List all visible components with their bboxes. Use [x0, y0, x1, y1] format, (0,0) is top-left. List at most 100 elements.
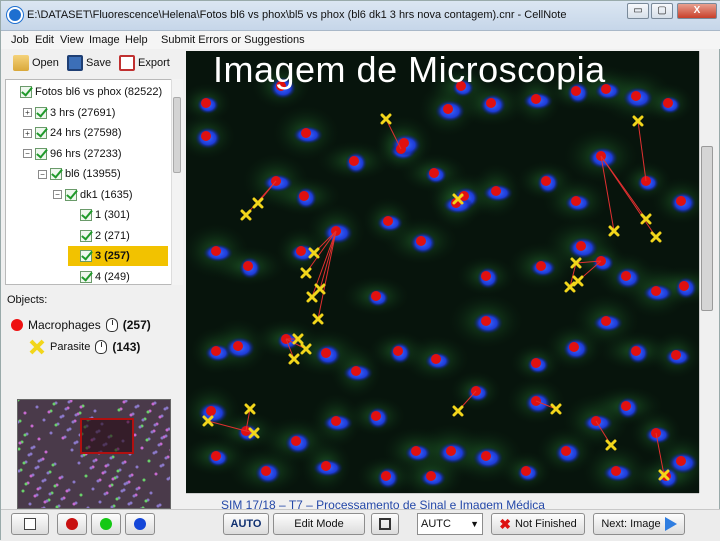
- collapse-icon[interactable]: −: [53, 190, 62, 199]
- macrophage-marker[interactable]: [446, 446, 456, 456]
- tree-node[interactable]: +24 hrs (27598): [23, 123, 168, 143]
- macrophage-marker[interactable]: [621, 401, 631, 411]
- checked-checkbox-icon[interactable]: [80, 229, 92, 242]
- collapse-icon[interactable]: −: [23, 149, 32, 158]
- auto-button[interactable]: AUTO: [223, 513, 269, 535]
- macrophage-marker[interactable]: [351, 366, 361, 376]
- marker-red-button[interactable]: [57, 513, 87, 535]
- macrophage-marker[interactable]: [679, 281, 689, 291]
- microscopy-canvas[interactable]: [186, 51, 699, 493]
- macrophage-marker[interactable]: [676, 196, 686, 206]
- macrophage-marker[interactable]: [211, 451, 221, 461]
- next-image-button[interactable]: Next: Image: [593, 513, 685, 535]
- tree-node[interactable]: 3 (257): [68, 246, 168, 266]
- tree-node[interactable]: − bl6 (13955): [38, 164, 168, 184]
- maximize-button[interactable]: ▢: [651, 3, 673, 19]
- checked-checkbox-icon[interactable]: [35, 127, 47, 139]
- macrophage-marker[interactable]: [429, 168, 439, 178]
- tree-node[interactable]: − 96 hrs (27233): [23, 144, 168, 164]
- macrophage-marker[interactable]: [349, 156, 359, 166]
- macrophage-marker[interactable]: [416, 236, 426, 246]
- menu-image[interactable]: Image: [89, 34, 120, 46]
- tree-node[interactable]: +3 hrs (27691): [23, 103, 168, 123]
- macrophage-marker[interactable]: [383, 216, 393, 226]
- checked-checkbox-icon[interactable]: [35, 147, 47, 160]
- checked-checkbox-icon[interactable]: [80, 209, 92, 221]
- checked-checkbox-icon[interactable]: [50, 168, 62, 180]
- macrophage-marker[interactable]: [233, 341, 243, 351]
- macrophage-marker[interactable]: [321, 348, 331, 358]
- macrophage-marker[interactable]: [321, 461, 331, 471]
- checked-checkbox-icon[interactable]: [65, 188, 77, 201]
- expand-icon[interactable]: +: [23, 128, 32, 138]
- not-finished-button[interactable]: ✖ Not Finished: [491, 513, 585, 535]
- macrophage-marker[interactable]: [291, 436, 301, 446]
- macrophage-marker[interactable]: [676, 456, 686, 466]
- image-navigator-thumbnail[interactable]: [17, 399, 171, 509]
- macrophage-marker[interactable]: [299, 191, 309, 201]
- edit-mode-button[interactable]: Edit Mode: [273, 513, 365, 535]
- macrophage-marker[interactable]: [481, 271, 491, 281]
- collapse-icon[interactable]: −: [38, 169, 47, 179]
- tree-scrollbar-thumb[interactable]: [173, 97, 181, 173]
- macrophage-marker[interactable]: [261, 466, 271, 476]
- tree-node[interactable]: 1 (301): [68, 205, 168, 225]
- macrophage-marker[interactable]: [671, 350, 681, 360]
- dataset-tree[interactable]: Fotos bl6 vs phox (82522) +3 hrs (27691) +24…: [5, 79, 183, 285]
- macrophage-marker[interactable]: [381, 471, 391, 481]
- macrophage-marker[interactable]: [541, 176, 551, 186]
- macrophage-marker[interactable]: [211, 246, 221, 256]
- macrophage-marker[interactable]: [431, 354, 441, 364]
- menu-job[interactable]: Job: [11, 34, 29, 46]
- menu-view[interactable]: View: [60, 34, 84, 46]
- macrophage-marker[interactable]: [243, 261, 253, 271]
- checked-checkbox-icon[interactable]: [35, 106, 47, 119]
- tree-node[interactable]: − dk1 (1635): [53, 185, 168, 205]
- checked-checkbox-icon[interactable]: [20, 86, 32, 98]
- image-scrollbar-thumb[interactable]: [701, 146, 713, 311]
- macrophage-marker[interactable]: [521, 466, 531, 476]
- export-button[interactable]: Export: [119, 54, 170, 72]
- macrophage-marker[interactable]: [491, 186, 501, 196]
- macrophage-marker[interactable]: [631, 91, 641, 101]
- macrophage-marker[interactable]: [621, 271, 631, 281]
- microscopy-image[interactable]: [186, 51, 699, 493]
- macrophage-marker[interactable]: [611, 466, 621, 476]
- object-class-parasite[interactable]: Parasite (143): [29, 337, 140, 357]
- expand-icon[interactable]: +: [23, 108, 32, 117]
- macrophage-marker[interactable]: [536, 261, 546, 271]
- macrophage-marker[interactable]: [486, 98, 496, 108]
- macrophage-marker[interactable]: [651, 286, 661, 296]
- macrophage-marker[interactable]: [201, 98, 211, 108]
- macrophage-marker[interactable]: [393, 346, 403, 356]
- tree-node[interactable]: 4 (249): [68, 267, 168, 285]
- macrophage-marker[interactable]: [331, 416, 341, 426]
- open-button[interactable]: Open: [13, 54, 59, 72]
- minimize-button[interactable]: ▭: [627, 3, 649, 19]
- tree-node[interactable]: Fotos bl6 vs phox (82522): [8, 82, 168, 102]
- macrophage-marker[interactable]: [371, 411, 381, 421]
- macrophage-marker[interactable]: [201, 131, 211, 141]
- fit-view-button[interactable]: [371, 513, 399, 535]
- macrophage-marker[interactable]: [601, 316, 611, 326]
- checked-checkbox-icon[interactable]: [80, 270, 92, 283]
- menu-submit-errors[interactable]: Submit Errors or Suggestions: [161, 34, 305, 46]
- macrophage-marker[interactable]: [576, 241, 586, 251]
- macrophage-marker[interactable]: [296, 246, 306, 256]
- macrophage-marker[interactable]: [631, 346, 641, 356]
- object-class-macrophages[interactable]: Macrophages (257): [11, 315, 151, 335]
- macrophage-marker[interactable]: [411, 446, 421, 456]
- macrophage-marker[interactable]: [371, 291, 381, 301]
- macrophage-marker[interactable]: [561, 446, 571, 456]
- macrophage-marker[interactable]: [426, 471, 436, 481]
- panel-toggle-button[interactable]: [11, 513, 49, 535]
- macrophage-marker[interactable]: [571, 196, 581, 206]
- menu-help[interactable]: Help: [125, 34, 148, 46]
- autc-select[interactable]: AUTC ▼: [417, 513, 483, 535]
- save-button[interactable]: Save: [67, 54, 111, 72]
- tree-node[interactable]: 2 (271): [68, 226, 168, 246]
- macrophage-marker[interactable]: [399, 138, 409, 148]
- macrophage-marker[interactable]: [569, 342, 579, 352]
- checked-checkbox-icon[interactable]: [80, 250, 92, 262]
- macrophage-marker[interactable]: [663, 98, 673, 108]
